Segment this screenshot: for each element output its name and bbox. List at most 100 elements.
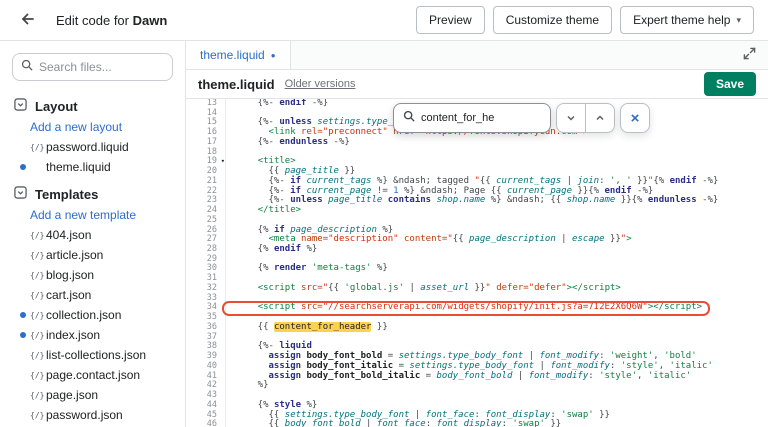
section-label: Templates <box>35 186 99 202</box>
file-item-password.liquid[interactable]: {/} password.liquid <box>0 137 185 157</box>
modified-dot <box>20 332 30 338</box>
file-item-password.json[interactable]: {/} password.json <box>0 405 185 425</box>
older-versions-link[interactable]: Older versions <box>285 78 356 90</box>
code-file-icon: {/} <box>30 390 45 400</box>
unsaved-dot: ● <box>270 50 276 60</box>
file-item-theme.liquid[interactable]: theme.liquid <box>0 157 185 177</box>
code-area[interactable]: {%- endif -%} {%- unless settings.type_h… <box>226 99 768 427</box>
line-number: 46 <box>206 419 217 427</box>
find-previous-button[interactable] <box>585 103 615 133</box>
code-line[interactable]: {%- unless page_title contains shop.name… <box>236 195 768 206</box>
find-nav-buttons <box>556 103 615 133</box>
code-line[interactable]: </title> <box>236 205 768 216</box>
code-line[interactable] <box>236 148 768 158</box>
preview-button[interactable]: Preview <box>416 6 485 34</box>
file-sidebar: Layout Add a new layout {/}password.liqu… <box>0 41 186 427</box>
section-header-layout[interactable]: Layout <box>0 95 185 117</box>
line-number-gutter: 13 14 15 16 17 18 19 ▾ 20 21 22 23 24 25 26 27 28 29 30 31 3… <box>186 99 226 427</box>
file-name: 404.json <box>46 228 92 242</box>
code-file-icon: {/} <box>30 270 45 280</box>
chevron-down-icon <box>566 111 576 126</box>
search-icon <box>21 58 33 76</box>
save-button[interactable]: Save <box>703 72 756 96</box>
file-item-collection.json[interactable]: {/} collection.json <box>0 305 185 325</box>
file-item-article.json[interactable]: {/} article.json <box>0 245 185 265</box>
find-field[interactable] <box>393 103 551 133</box>
topbar-actions: Preview Customize theme Expert theme hel… <box>416 6 754 34</box>
code-file-icon: {/} <box>30 250 45 260</box>
find-close-button[interactable]: × <box>620 103 650 133</box>
modified-dot <box>20 164 30 170</box>
code-line[interactable]: {% render 'meta-tags' %} <box>236 264 768 274</box>
collapse-section-icon <box>14 186 27 202</box>
find-input[interactable] <box>421 112 531 124</box>
file-name: article.json <box>46 248 104 262</box>
add-new-layout-link[interactable]: Add a new layout <box>0 117 185 137</box>
page-title: Edit code for Dawn <box>56 12 168 28</box>
file-name: collection.json <box>46 308 122 322</box>
template-file-list: {/} 404.json {/} article.json {/} blog.json {/… <box>0 225 185 425</box>
code-file-icon: {/} <box>30 370 45 380</box>
code-line[interactable]: %} <box>236 380 768 391</box>
section-label: Layout <box>35 98 78 114</box>
fold-arrow-icon[interactable]: ▾ <box>221 157 225 167</box>
collapse-section-icon <box>14 98 27 114</box>
code-file-icon: {/} <box>30 142 45 152</box>
code-editor[interactable]: 13 14 15 16 17 18 19 ▾ 20 21 22 23 24 25 26 27 28 29 30 31 3… <box>186 99 768 427</box>
code-file-icon: {/} <box>30 350 45 360</box>
file-name: theme.liquid <box>46 160 111 174</box>
section-header-templates[interactable]: Templates <box>0 183 185 205</box>
file-name: cart.json <box>46 288 92 302</box>
file-name: blog.json <box>46 268 95 282</box>
search-icon <box>403 109 415 127</box>
topbar: Edit code for Dawn Preview Customize the… <box>0 0 768 41</box>
file-item-cart.json[interactable]: {/} cart.json <box>0 285 185 305</box>
chevron-up-icon <box>595 111 605 126</box>
layout-file-list: {/} password.liquid theme.liquid <box>0 137 185 177</box>
expand-icon <box>743 47 756 63</box>
expert-theme-help-button[interactable]: Expert theme help ▾ <box>620 6 754 34</box>
find-overlay: × <box>393 103 650 133</box>
code-line[interactable]: <script src="//searchserverapi.com/widge… <box>236 303 768 313</box>
tab-strip: theme.liquid ● <box>186 41 768 70</box>
close-icon: × <box>630 109 640 127</box>
code-line[interactable]: <script src="{{ 'global.js' | asset_url … <box>236 283 768 294</box>
tab-theme-liquid[interactable]: theme.liquid ● <box>186 41 291 69</box>
customize-theme-button[interactable]: Customize theme <box>492 6 613 34</box>
code-file-icon: {/} <box>30 410 45 420</box>
code-file-icon: {/} <box>30 290 45 300</box>
editor-main: theme.liquid ● theme.liquid Older versio… <box>186 41 768 427</box>
search-files-field[interactable] <box>12 53 173 81</box>
code-file-icon: {/} <box>30 330 45 340</box>
file-item-blog.json[interactable]: {/} blog.json <box>0 265 185 285</box>
chevron-down-icon: ▾ <box>736 14 741 25</box>
code-line[interactable]: {{ body_font_bold | font_face: font_disp… <box>236 419 768 427</box>
file-name: list-collections.json <box>46 348 147 362</box>
file-header: theme.liquid Older versions Save <box>186 70 768 99</box>
file-name: page.contact.json <box>46 368 141 382</box>
code-file-icon: {/} <box>30 230 45 240</box>
file-name: index.json <box>46 328 101 342</box>
add-new-template-link[interactable]: Add a new template <box>0 205 185 225</box>
file-item-404.json[interactable]: {/} 404.json <box>0 225 185 245</box>
file-item-page.contact.json[interactable]: {/} page.contact.json <box>0 365 185 385</box>
file-name: password.liquid <box>46 140 129 154</box>
file-item-page.json[interactable]: {/} page.json <box>0 385 185 405</box>
code-file-icon: {/} <box>30 310 45 320</box>
find-next-button[interactable] <box>556 103 586 133</box>
file-name: password.json <box>46 408 123 422</box>
code-line[interactable]: assign body_font_bold_italic = body_font… <box>236 371 768 382</box>
code-line[interactable]: {%- endunless -%} <box>236 137 768 148</box>
expand-editor-button[interactable] <box>743 47 756 63</box>
file-title: theme.liquid <box>198 76 275 92</box>
arrow-left-icon <box>20 11 36 30</box>
code-line[interactable]: {% endif %} <box>236 244 768 255</box>
search-files-input[interactable] <box>39 60 159 74</box>
code-line[interactable] <box>236 333 768 343</box>
back-button[interactable] <box>14 6 42 34</box>
file-item-index.json[interactable]: {/} index.json <box>0 325 185 345</box>
code-line[interactable]: {{ content_for_header }} <box>236 321 768 333</box>
theme-name: Dawn <box>132 12 168 28</box>
file-item-list-collections.json[interactable]: {/} list-collections.json <box>0 345 185 365</box>
file-name: page.json <box>46 388 99 402</box>
